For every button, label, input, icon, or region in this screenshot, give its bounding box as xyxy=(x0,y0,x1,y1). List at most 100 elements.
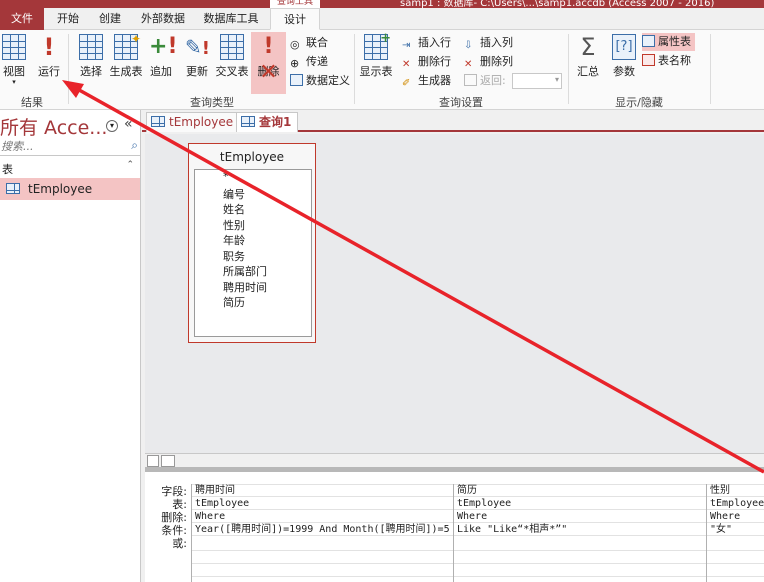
delete-columns-button[interactable]: ✕ 删除列 xyxy=(464,53,513,71)
field-list: * 编号 姓名 性别 年龄 职务 所属部门 聘用时间 简历 xyxy=(194,169,312,337)
select-query-icon xyxy=(79,34,103,60)
row-label-delete: 删除: xyxy=(161,511,187,524)
doc-tab-query1[interactable]: 查询1 xyxy=(236,112,299,132)
nav-title[interactable]: 所有 Acce... xyxy=(0,113,107,140)
globe-icon: ⊕ xyxy=(290,57,300,70)
chevron-down-icon: ▾ xyxy=(12,78,16,86)
field-item[interactable]: 性别 xyxy=(223,217,245,233)
collapse-pane-icon[interactable]: « xyxy=(124,116,133,132)
table-names-icon xyxy=(642,54,655,66)
append-button[interactable]: +! 追加 xyxy=(146,34,178,79)
field-item[interactable]: 职务 xyxy=(223,248,245,264)
grid-column: 聘用时间 tEmployee Where Year([聘用时间])=1999 A… xyxy=(191,484,453,582)
query-design-pane: tEmployee * 编号 姓名 性别 年龄 职务 所属部门 聘用时间 简历 xyxy=(145,134,764,467)
row-label-criteria: 条件: xyxy=(161,524,187,537)
field-list-temployee[interactable]: tEmployee * 编号 姓名 性别 年龄 职务 所属部门 聘用时间 简历 xyxy=(188,143,316,343)
table-cell[interactable]: tEmployee xyxy=(454,497,706,510)
group-separator xyxy=(710,34,711,104)
nav-item-temployee[interactable]: tEmployee xyxy=(0,178,140,200)
window-title: samp1 : 数据库- C:\Users\...\samp1.accdb (A… xyxy=(400,0,715,8)
table-cell[interactable]: tEmployee xyxy=(192,497,453,510)
field-item[interactable]: 编号 xyxy=(223,186,245,202)
show-table-button[interactable]: + 显示表 xyxy=(358,31,394,79)
make-table-button[interactable]: ✦ 生成表 xyxy=(108,32,144,79)
delete-rows-button[interactable]: ✕ 删除行 xyxy=(402,53,451,71)
datasheet-view-icon xyxy=(2,34,26,60)
ribbon-tab-strip: 文件 开始 创建 外部数据 数据库工具 设计 xyxy=(0,8,764,30)
field-cell[interactable]: 性别 xyxy=(707,484,764,497)
field-item[interactable]: * xyxy=(223,170,229,183)
tab-external-data[interactable]: 外部数据 xyxy=(136,8,190,30)
insert-columns-icon: ⇩ xyxy=(464,40,473,51)
delete-cell[interactable]: Where xyxy=(707,510,764,523)
data-definition-button[interactable]: 数据定义 xyxy=(290,72,350,90)
update-button[interactable]: ✎! 更新 xyxy=(182,34,212,79)
property-sheet-button[interactable]: 属性表 xyxy=(642,33,695,51)
tab-database-tools[interactable]: 数据库工具 xyxy=(198,8,264,30)
update-pencil-icon: ✎! xyxy=(185,35,210,59)
document-tabs: tEmployee 查询1 xyxy=(142,110,764,132)
append-icon: +! xyxy=(149,34,178,59)
field-cell[interactable]: 简历 xyxy=(454,484,706,497)
criteria-cell[interactable]: "女" xyxy=(707,523,764,536)
tab-create[interactable]: 创建 xyxy=(92,8,128,30)
search-input[interactable] xyxy=(0,138,118,155)
insert-rows-button[interactable]: ⇥ 插入行 xyxy=(402,34,451,52)
row-label-table: 表: xyxy=(172,498,187,511)
doc-tab-temployee[interactable]: tEmployee xyxy=(146,112,241,132)
insert-columns-button[interactable]: ⇩ 插入列 xyxy=(464,34,513,52)
builder-wand-icon: ✐ xyxy=(402,78,411,89)
delete-cell[interactable]: Where xyxy=(192,510,453,523)
field-item[interactable]: 姓名 xyxy=(223,201,245,217)
field-item[interactable]: 聘用时间 xyxy=(223,279,267,295)
make-table-icon: ✦ xyxy=(114,32,141,60)
field-item[interactable]: 所属部门 xyxy=(223,263,267,279)
search-icon[interactable]: ⌕ xyxy=(131,138,138,153)
chevron-down-icon: ▾ xyxy=(554,75,559,84)
field-cell[interactable]: 聘用时间 xyxy=(192,484,453,497)
criteria-cell[interactable]: Like "Like“*相声*”" xyxy=(454,523,706,536)
table-names-button[interactable]: 表名称 xyxy=(642,52,691,70)
tab-home[interactable]: 开始 xyxy=(50,8,86,30)
delete-query-button[interactable]: !✕ 删除 xyxy=(251,32,286,94)
group-separator xyxy=(354,34,355,104)
scroll-left-button[interactable] xyxy=(147,455,159,467)
table-cell[interactable]: tEmployee xyxy=(707,497,764,510)
union-button[interactable]: ◎ 联合 xyxy=(290,34,328,52)
table-icon xyxy=(151,116,165,127)
return-select[interactable]: ▾ xyxy=(512,73,562,89)
chevron-down-icon[interactable]: ▾ xyxy=(106,120,118,132)
pass-through-button[interactable]: ⊕ 传递 xyxy=(290,53,328,71)
delete-columns-icon: ✕ xyxy=(464,59,473,70)
tab-design[interactable]: 设计 xyxy=(270,8,320,30)
chevron-up-icon: ⌃ xyxy=(126,160,134,170)
builder-button[interactable]: ✐ 生成器 xyxy=(402,72,451,90)
insert-rows-icon: ⇥ xyxy=(402,40,411,51)
query-design-grid: 字段: 表: 删除: 条件: 或: 聘用时间 tEmployee Where Y… xyxy=(145,472,764,582)
group-label-results: 结果 xyxy=(21,96,43,109)
delete-rows-icon: ✕ xyxy=(402,59,411,70)
field-item[interactable]: 简历 xyxy=(223,294,245,310)
crosstab-button[interactable]: 交叉表 xyxy=(214,34,250,79)
row-label-or: 或: xyxy=(172,537,187,550)
nav-section-tables[interactable]: 表 ⌃ xyxy=(0,160,140,176)
tab-file[interactable]: 文件 xyxy=(0,8,44,30)
group-label-show-hide: 显示/隐藏 xyxy=(615,96,663,109)
totals-button[interactable]: Σ 汇总 xyxy=(574,34,602,79)
parameters-button[interactable]: [?] 参数 xyxy=(608,34,640,79)
query-icon xyxy=(241,116,255,127)
field-item[interactable]: 年龄 xyxy=(223,232,245,248)
data-definition-icon xyxy=(290,74,303,86)
run-button[interactable]: ! 运行 xyxy=(34,34,64,79)
group-label-query-type: 查询类型 xyxy=(190,96,234,109)
horizontal-scrollbar[interactable] xyxy=(145,453,764,467)
criteria-cell[interactable]: Year([聘用时间])=1999 And Month([聘用时间])=5 xyxy=(192,523,453,536)
grid-column: 性别 tEmployee Where "女" xyxy=(706,484,764,582)
delete-cell[interactable]: Where xyxy=(454,510,706,523)
select-query-button[interactable]: 选择 xyxy=(76,34,106,79)
view-button[interactable]: 视图 ▾ xyxy=(0,34,28,86)
crosstab-icon xyxy=(220,34,244,60)
return-control: 返回: xyxy=(464,72,506,90)
scroll-thumb[interactable] xyxy=(161,455,175,467)
title-bar: 查询工具 samp1 : 数据库- C:\Users\...\samp1.acc… xyxy=(0,0,764,8)
